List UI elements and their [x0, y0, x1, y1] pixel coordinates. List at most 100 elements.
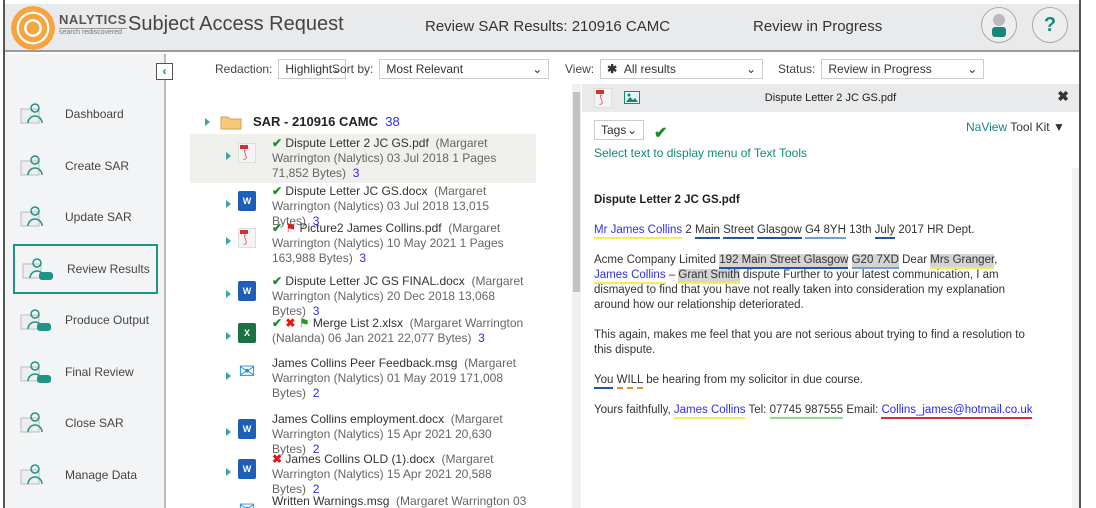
check-icon: ✔	[272, 136, 283, 150]
document-viewer: Dispute Letter 2 JC GS.pdf ✖ Tags⌄ ✔ NaV…	[582, 84, 1079, 508]
status-label: Status:	[778, 62, 816, 76]
entity-email[interactable]: Collins_james@hotmail.co.uk	[881, 404, 1033, 419]
text-run: Yours faithfully,	[594, 404, 674, 416]
expand-icon[interactable]	[226, 290, 231, 298]
entity-person[interactable]: Mr James Collins	[594, 224, 683, 239]
sidebar-item-label: Dashboard	[65, 107, 124, 121]
text-run: Tel:	[745, 404, 770, 416]
text-run: 2	[682, 224, 695, 236]
file-name: Dispute Letter JC GS FINAL.docx	[285, 274, 465, 288]
entity-caps[interactable]: WILL	[616, 374, 644, 389]
final-review-icon	[19, 359, 53, 385]
sidebar: Dashboard Create SAR Update SAR Review Resu…	[5, 54, 166, 508]
sar-root[interactable]: SAR - 210916 CAMC 38	[253, 114, 400, 129]
collapse-sidebar-button[interactable]: ‹	[156, 63, 173, 80]
expand-icon[interactable]	[226, 237, 231, 245]
sidebar-item-create-sar[interactable]: Create SAR	[13, 141, 158, 191]
entity-address[interactable]: Main	[694, 224, 720, 239]
hit-count[interactable]: 2	[313, 386, 320, 400]
folder-icon	[220, 116, 242, 130]
chevron-down-icon: ⌄	[532, 62, 543, 76]
results-scrollbar[interactable]	[572, 84, 581, 508]
sidebar-item-review-results[interactable]: Review Results	[13, 243, 158, 294]
entity-address[interactable]: 192 Main Street Glasgow	[719, 254, 849, 269]
expand-root-icon[interactable]	[205, 118, 210, 126]
produce-output-icon	[19, 307, 53, 333]
expand-icon[interactable]	[226, 332, 231, 340]
sort-select[interactable]: Most Relevant ⌄	[379, 59, 550, 79]
naview-toolkit-menu[interactable]: NaView Tool Kit ▼	[966, 120, 1065, 134]
file-item[interactable]: ✉Written Warnings.msg (Margaret Warringt…	[190, 492, 536, 508]
file-name: James Collins employment.docx	[272, 412, 445, 426]
document-body[interactable]: Mr James Collins 2 Main Street Glasgow G…	[594, 223, 1034, 433]
green-flag-icon: ⚑	[298, 316, 310, 330]
entity-person[interactable]: Mrs Granger	[930, 254, 995, 269]
pdf-file-icon	[238, 228, 256, 248]
cross-icon: ✖	[272, 452, 283, 466]
file-name: Written Warnings.msg	[272, 494, 390, 508]
view-label: View:	[565, 62, 595, 76]
check-icon: ✔	[272, 316, 283, 330]
document-paragraph: Mr James Collins 2 Main Street Glasgow G…	[594, 223, 1034, 239]
file-item[interactable]: ✔ Dispute Letter 2 JC GS.pdf (Margaret W…	[190, 134, 536, 183]
document-paragraph: Acme Company Limited 192 Main Street Gla…	[594, 253, 1034, 313]
document-paragraph: You WILL be hearing from my solicitor in…	[594, 373, 1034, 389]
mail-file-icon: ✉	[238, 361, 256, 383]
redaction-control: Redaction: Highlight ⌄	[215, 59, 347, 79]
status-select[interactable]: Review in Progress ⌄	[821, 59, 985, 79]
scrollbar-thumb[interactable]	[573, 92, 580, 292]
expand-icon[interactable]	[226, 428, 231, 436]
file-item[interactable]: ✉ James Collins Peer Feedback.msg (Margar…	[190, 354, 536, 403]
sidebar-item-label: Create SAR	[65, 158, 130, 173]
file-item[interactable]: X ✔ ✖ ⚑ Merge List 2.xlsx (Margaret Warri…	[190, 314, 536, 348]
app-header: NALYTICS search rediscovered Subject Acce…	[5, 4, 1079, 52]
check-icon[interactable]: ✔	[654, 123, 667, 143]
expand-icon[interactable]	[226, 152, 231, 160]
document-paragraph: This again, makes me feel that you are n…	[594, 328, 1034, 358]
expand-icon[interactable]	[226, 372, 231, 380]
text-run: be hearing from my solicitor in due cour…	[643, 374, 863, 386]
entity-person[interactable]: James Collins	[673, 404, 746, 419]
mail-file-icon: ✉	[238, 500, 256, 508]
entity-phone[interactable]: 07745 987555	[769, 404, 844, 419]
sidebar-item-dashboard[interactable]: Dashboard	[13, 89, 158, 139]
sar-root-label: SAR - 210916 CAMC	[253, 114, 378, 129]
entity-address[interactable]: You	[594, 374, 614, 389]
expand-icon[interactable]	[226, 468, 231, 476]
excel-file-icon: X	[238, 323, 256, 343]
check-icon: ✔	[272, 221, 283, 235]
hit-count[interactable]: 3	[353, 166, 360, 180]
sidebar-item-produce-output[interactable]: Produce Output	[13, 295, 158, 345]
sidebar-item-update-sar[interactable]: Update SAR	[13, 192, 158, 242]
tags-label: Tags	[601, 123, 627, 137]
help-button[interactable]: ?	[1032, 7, 1068, 43]
text-run: This again, makes me feel that you are n…	[594, 329, 1025, 356]
redaction-label: Redaction:	[215, 62, 273, 76]
entity-address[interactable]: Street	[723, 224, 754, 239]
viewer-scrollbar[interactable]	[1072, 168, 1079, 508]
user-avatar-button[interactable]	[981, 7, 1017, 43]
entity-date[interactable]: July	[874, 224, 896, 239]
hit-count[interactable]: 3	[478, 331, 485, 345]
redaction-value: Highlight	[285, 62, 333, 76]
sidebar-item-label: Close SAR	[65, 416, 124, 430]
expand-icon[interactable]	[226, 200, 231, 208]
text-run: 13th	[845, 224, 875, 236]
entity-person[interactable]: Grant Smith	[678, 269, 740, 284]
word-file-icon: W	[238, 191, 256, 211]
entity-person[interactable]: James Collins	[594, 269, 666, 284]
close-icon[interactable]: ✖	[1057, 88, 1069, 105]
pdf-file-icon	[238, 143, 256, 163]
tags-select[interactable]: Tags ⌄	[594, 120, 644, 140]
file-item[interactable]: ✔ ⚑ Picture2 James Collins.pdf (Margaret…	[190, 219, 536, 268]
entity-address[interactable]: Glasgow	[757, 224, 802, 239]
entity-postcode[interactable]: G4 8YH	[804, 224, 846, 239]
toolkit-brand: NaView	[966, 120, 1008, 134]
entity-postcode[interactable]: G20 7XD	[851, 254, 899, 269]
word-file-icon: W	[238, 419, 256, 439]
sidebar-item-final-review[interactable]: Final Review	[13, 347, 158, 397]
sidebar-item-close-sar[interactable]: Close SAR	[13, 398, 158, 448]
sidebar-item-manage-data[interactable]: Manage Data	[13, 450, 158, 500]
hit-count[interactable]: 3	[359, 251, 366, 265]
view-select[interactable]: ✱ All results ⌄	[600, 59, 764, 79]
